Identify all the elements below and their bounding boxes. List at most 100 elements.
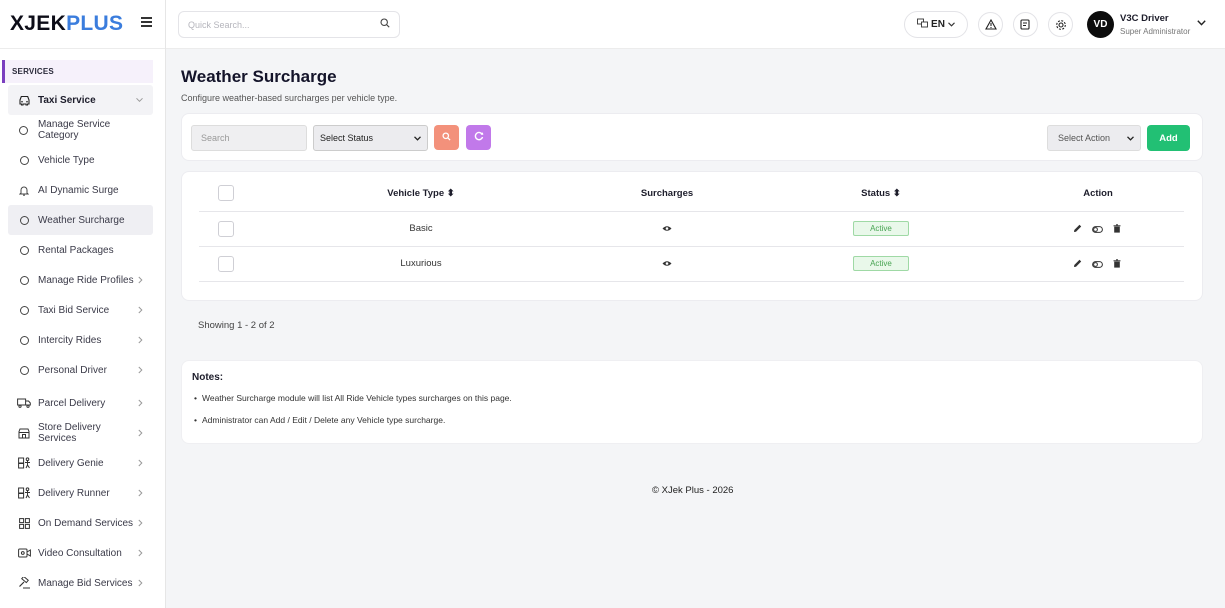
circle-icon	[17, 305, 31, 315]
sidebar-item-delivery-runner[interactable]: Delivery Runner	[8, 478, 153, 508]
circle-icon	[17, 245, 31, 255]
header-status[interactable]: Status ⬍	[861, 188, 901, 199]
eye-icon[interactable]	[662, 224, 672, 235]
circle-icon	[17, 125, 31, 135]
notes-panel: Notes: Weather Surcharge module will lis…	[181, 360, 1203, 444]
sidebar-item-video-consultation[interactable]: Video Consultation	[8, 538, 153, 568]
sidebar-item-label: Parcel Delivery	[38, 397, 106, 409]
sidebar-item-weather-surcharge[interactable]: Weather Surcharge	[8, 205, 153, 235]
edit-icon[interactable]	[1073, 259, 1082, 271]
sidebar-item-label: Weather Surcharge	[38, 214, 125, 226]
video-icon	[17, 548, 31, 558]
grid-icon	[17, 517, 31, 529]
language-label: EN	[931, 19, 945, 30]
reset-button[interactable]	[466, 125, 491, 150]
sidebar-item-on-demand-services[interactable]: On Demand Services	[8, 508, 153, 538]
sidebar-item-label: Video Consultation	[38, 547, 122, 559]
sidebar-item-delivery-genie[interactable]: Delivery Genie	[8, 448, 153, 478]
sidebar-item-label: Store Delivery Services	[38, 422, 101, 444]
delete-icon[interactable]	[1113, 224, 1121, 236]
delete-icon[interactable]	[1113, 259, 1121, 271]
search-icon	[442, 131, 451, 144]
circle-icon	[17, 335, 31, 345]
add-button[interactable]: Add	[1147, 125, 1190, 151]
circle-icon	[17, 275, 31, 285]
edit-icon[interactable]	[1073, 224, 1082, 236]
sidebar-item-label: Vehicle Type	[38, 154, 95, 166]
action-select[interactable]: Select Action	[1047, 125, 1141, 151]
footer-copyright: © XJek Plus - 2026	[652, 485, 734, 496]
sidebar-item-manage-ride-profiles[interactable]: Manage Ride Profiles	[8, 265, 153, 295]
circle-icon	[17, 155, 31, 165]
sidebar-item-taxi-bid-service[interactable]: Taxi Bid Service	[8, 295, 153, 325]
sort-icon: ⬍	[446, 188, 455, 199]
chevron-right-icon	[138, 549, 143, 557]
sidebar-item-label: AI Dynamic Surge	[38, 184, 119, 196]
sidebar-item-vehicle-type[interactable]: Vehicle Type	[8, 145, 153, 175]
alert-icon[interactable]	[978, 12, 1003, 37]
sidebar-item-label: Taxi Service	[38, 94, 96, 106]
chevron-down-icon	[136, 97, 143, 103]
chevron-right-icon	[138, 306, 143, 314]
sidebar-item-ai-dynamic-surge[interactable]: AI Dynamic Surge	[8, 175, 153, 205]
page-title: Weather Surcharge	[181, 67, 337, 86]
menu-toggle-icon[interactable]	[141, 17, 152, 27]
refresh-icon	[474, 131, 484, 144]
delivery-icon	[17, 487, 31, 499]
user-role: Super Administrator	[1120, 27, 1191, 36]
sidebar-item-intercity-rides[interactable]: Intercity Rides	[8, 325, 153, 355]
brand-logo-part2: PLUS	[66, 12, 124, 35]
header-vehicle-type[interactable]: Vehicle Type ⬍	[387, 188, 454, 199]
sidebar-item-store-delivery-services[interactable]: Store Delivery Services	[8, 418, 153, 448]
sidebar-item-taxi-service[interactable]: Taxi Service	[8, 85, 153, 115]
sidebar-item-manage-service-category[interactable]: Manage Service Category	[8, 115, 153, 145]
filter-bar: Select Status Select Action Add	[181, 113, 1203, 161]
chevron-right-icon	[138, 399, 143, 407]
avatar[interactable]: VD	[1087, 11, 1114, 38]
status-select[interactable]: Select Status	[313, 125, 428, 151]
brand-logo[interactable]: XJEKPLUS	[10, 12, 123, 36]
user-menu-chevron-icon[interactable]	[1197, 18, 1206, 29]
chevron-down-icon	[414, 133, 421, 143]
chevron-right-icon	[138, 459, 143, 467]
delivery-icon	[17, 457, 31, 469]
truck-icon	[17, 398, 31, 408]
row-checkbox[interactable]	[218, 256, 234, 272]
sidebar-item-rental-packages[interactable]: Rental Packages	[8, 235, 153, 265]
chevron-down-icon	[1127, 133, 1134, 143]
note-item: Weather Surcharge module will list All R…	[194, 393, 512, 403]
row-actions	[1073, 259, 1121, 271]
car-icon	[17, 95, 31, 106]
topbar: EN VD V3C Driver Super Administrator	[166, 0, 1225, 49]
notes-icon[interactable]	[1013, 12, 1038, 37]
cell-vehicle-type: Luxurious	[400, 258, 442, 269]
sidebar-section-title: SERVICES	[2, 60, 153, 83]
chevron-right-icon	[138, 276, 143, 284]
search-input[interactable]	[191, 125, 307, 151]
sidebar-item-label: Manage Service Category	[37, 119, 111, 141]
sidebar: XJEKPLUS SERVICES Taxi Service Manage Ser…	[0, 0, 166, 608]
gear-icon[interactable]	[1048, 12, 1073, 37]
chevron-right-icon	[138, 429, 143, 437]
sidebar-item-label: Intercity Rides	[38, 334, 102, 346]
search-button[interactable]	[434, 125, 459, 150]
quick-search	[178, 11, 400, 38]
eye-icon[interactable]	[662, 259, 672, 270]
cell-vehicle-type: Basic	[409, 223, 433, 234]
sidebar-item-parcel-delivery[interactable]: Parcel Delivery	[8, 388, 153, 418]
row-actions	[1073, 224, 1121, 236]
toggle-icon[interactable]	[1092, 260, 1103, 271]
language-selector[interactable]: EN	[904, 11, 968, 38]
quick-search-input[interactable]	[188, 19, 380, 30]
toggle-icon[interactable]	[1092, 225, 1103, 236]
notes-title: Notes:	[192, 372, 224, 383]
sidebar-item-manage-bid-services[interactable]: Manage Bid Services	[8, 568, 153, 598]
row-checkbox[interactable]	[218, 221, 234, 237]
select-all-checkbox[interactable]	[218, 185, 234, 201]
sidebar-item-personal-driver[interactable]: Personal Driver	[8, 355, 153, 385]
chevron-right-icon	[138, 336, 143, 344]
user-name[interactable]: V3C Driver	[1120, 13, 1169, 24]
search-icon[interactable]	[380, 18, 390, 31]
sidebar-item-label: Delivery Runner	[38, 487, 110, 499]
status-badge: Active	[853, 221, 909, 236]
